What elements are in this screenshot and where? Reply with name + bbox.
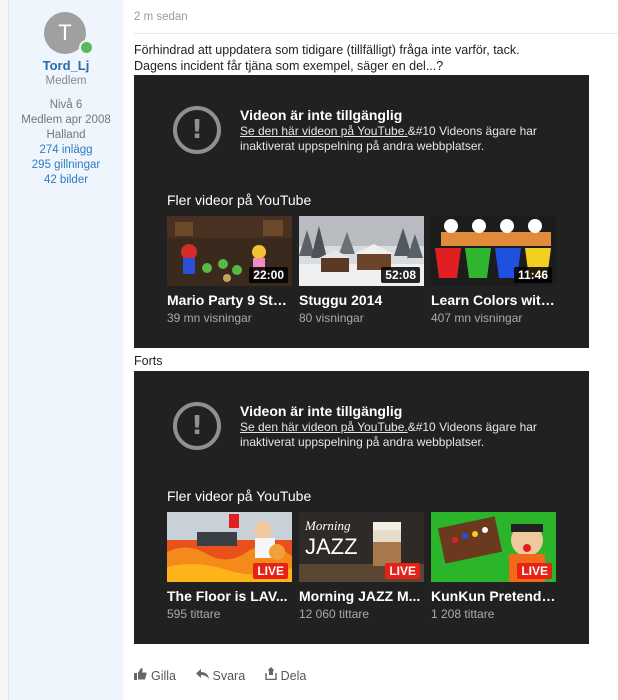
video-title[interactable]: KunKun Pretend ... xyxy=(431,588,556,604)
watch-on-youtube-link[interactable]: Se den här videon på YouTube. xyxy=(240,124,408,138)
video-title[interactable]: Mario Party 9 Ste... xyxy=(167,292,292,308)
video-viewers: 1 208 tittare xyxy=(431,607,495,621)
video-views: 80 visningar xyxy=(299,311,364,325)
video-title[interactable]: Morning JAZZ M... xyxy=(299,588,424,604)
video-title[interactable]: The Floor is LAV... xyxy=(167,588,292,604)
page-left-edge xyxy=(0,0,9,700)
post-timestamp[interactable]: 2 m sedan xyxy=(134,11,188,23)
thumbs-up-icon xyxy=(134,668,147,683)
like-button[interactable]: Gilla xyxy=(134,668,176,683)
user-stats: Nivå 6 Medlem apr 2008 Halland 274 inläg… xyxy=(9,98,123,188)
video-title[interactable]: Stuggu 2014 xyxy=(299,292,424,308)
live-badge: LIVE xyxy=(517,563,552,579)
video-viewers: 12 060 tittare xyxy=(299,607,370,621)
video-card[interactable]: LIVE The Floor is LAV... 595 tittare xyxy=(167,512,292,621)
youtube-embed[interactable]: ! Videon är inte tillgänglig Se den här … xyxy=(134,371,589,644)
error-message: Se den här videon på YouTube.&#10 Videon… xyxy=(240,420,570,450)
thumbnail-text: JAZZ xyxy=(305,534,358,559)
error-message: Se den här videon på YouTube.&#10 Videon… xyxy=(240,124,570,154)
post-divider xyxy=(134,33,618,34)
live-badge: LIVE xyxy=(385,563,420,579)
error-title: Videon är inte tillgänglig xyxy=(240,107,403,123)
video-views: 407 mn visningar xyxy=(431,311,523,325)
more-videos-title: Fler videor på YouTube xyxy=(167,192,312,208)
video-viewers: 595 tittare xyxy=(167,607,221,621)
share-icon xyxy=(264,667,277,683)
video-thumbnail[interactable]: LIVE xyxy=(167,512,292,582)
exclamation-circle-icon: ! xyxy=(173,106,221,154)
watch-on-youtube-link[interactable]: Se den här videon på YouTube. xyxy=(240,420,408,434)
video-thumbnail[interactable]: LIVE xyxy=(431,512,556,582)
user-level: Nivå 6 xyxy=(49,99,83,111)
video-card[interactable]: 52:08 Stuggu 2014 80 visningar xyxy=(299,216,424,325)
user-title: Medlem xyxy=(45,75,87,87)
continuation-label: Forts xyxy=(134,354,163,368)
video-views: 39 mn visningar xyxy=(167,311,252,325)
user-posts-link[interactable]: 274 inlägg xyxy=(9,143,123,158)
share-button[interactable]: Dela xyxy=(264,667,307,683)
video-thumbnail[interactable]: 11:46 xyxy=(431,216,556,286)
user-location: Halland xyxy=(46,129,86,141)
video-title[interactable]: Learn Colors with... xyxy=(431,292,556,308)
user-sidebar: T Tord_Lj Medlem Nivå 6 Medlem apr 2008 … xyxy=(9,0,123,700)
reply-label: Svara xyxy=(212,669,246,683)
video-card[interactable]: 22:00 Mario Party 9 Ste... 39 mn visning… xyxy=(167,216,292,325)
like-label: Gilla xyxy=(151,669,177,683)
reply-arrow-icon xyxy=(195,668,209,683)
error-title: Videon är inte tillgänglig xyxy=(240,403,403,419)
exclamation-circle-icon: ! xyxy=(173,402,221,450)
post-actions: Gilla Svara Dela xyxy=(134,667,322,683)
username-link[interactable]: Tord_Lj xyxy=(9,58,123,73)
share-label: Dela xyxy=(280,669,307,683)
video-card[interactable]: Morning JAZZ LIVE Morning JAZZ M... 12 0… xyxy=(299,512,424,621)
thumbnail-text: Morning xyxy=(304,518,351,533)
more-videos-title: Fler videor på YouTube xyxy=(167,488,312,504)
online-status-dot xyxy=(79,40,94,55)
post-text-line: Förhindrad att uppdatera som tidigare (t… xyxy=(134,43,520,57)
video-thumbnail[interactable]: 22:00 xyxy=(167,216,292,286)
video-duration-badge: 11:46 xyxy=(513,267,552,283)
live-badge: LIVE xyxy=(253,563,288,579)
post-body: Förhindrad att uppdatera som tidigare (t… xyxy=(134,42,604,74)
video-duration-badge: 52:08 xyxy=(381,267,420,283)
post-text-line: Dagens incident får tjäna som exempel, s… xyxy=(134,59,444,73)
video-thumbnail[interactable]: Morning JAZZ LIVE xyxy=(299,512,424,582)
youtube-embed[interactable]: ! Videon är inte tillgänglig Se den här … xyxy=(134,75,589,348)
video-thumbnail[interactable]: 52:08 xyxy=(299,216,424,286)
user-likes-link[interactable]: 295 gillningar xyxy=(9,158,123,173)
member-since: Medlem apr 2008 xyxy=(21,114,111,126)
video-duration-badge: 22:00 xyxy=(249,267,288,283)
reply-button[interactable]: Svara xyxy=(195,668,246,683)
user-images-link[interactable]: 42 bilder xyxy=(9,173,123,188)
video-card[interactable]: LIVE KunKun Pretend ... 1 208 tittare xyxy=(431,512,556,621)
video-card[interactable]: 11:46 Learn Colors with... 407 mn visnin… xyxy=(431,216,556,325)
